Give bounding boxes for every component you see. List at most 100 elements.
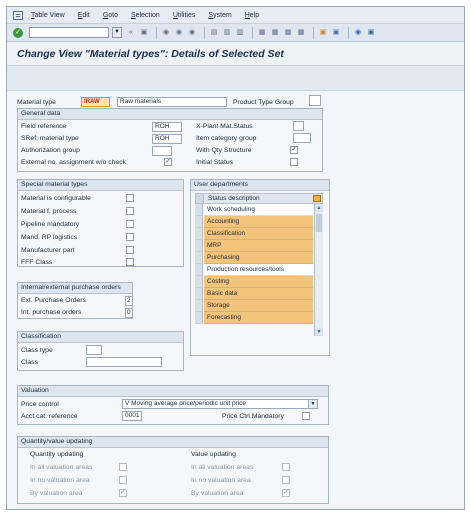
authorization-group-label: Authorization group (21, 147, 80, 154)
menu-edit[interactable]: Edit (78, 12, 90, 19)
exit-icon[interactable]: ◉ (174, 28, 184, 38)
table-settings-icon[interactable] (313, 195, 321, 202)
new-session-icon[interactable]: ▣ (318, 28, 328, 38)
table-row[interactable]: Production resources/tools (195, 264, 323, 276)
scroll-thumb[interactable] (316, 214, 322, 232)
table-row[interactable]: Classification (195, 228, 323, 240)
menu-selection[interactable]: Selection (131, 12, 160, 19)
menu-help[interactable]: Help (245, 12, 259, 19)
main-content: Material type IRAW Raw materials Product… (7, 91, 464, 509)
qty-no-area-checkbox[interactable] (119, 476, 127, 484)
acct-cat-reference-field[interactable]: 0001 (122, 411, 142, 421)
find-icon[interactable]: ▥ (222, 28, 232, 38)
toolbar-separator (204, 26, 205, 39)
next-page-icon[interactable]: ▦ (283, 28, 293, 38)
menu-utilities[interactable]: Utilities (173, 12, 196, 19)
row-label: Storage (204, 300, 313, 312)
menu-table-view[interactable]: Table View (31, 12, 65, 19)
row-selector[interactable] (195, 204, 203, 216)
fff-class-checkbox[interactable] (126, 258, 134, 266)
quantity-updating-heading: Quantity updating (30, 451, 84, 458)
row-selector[interactable] (195, 264, 203, 276)
class-type-field[interactable] (86, 345, 102, 355)
sref-material-type-field[interactable]: ROH (152, 134, 182, 144)
shortcut-icon[interactable]: ▣ (331, 28, 341, 38)
save-icon[interactable]: ▣ (139, 28, 149, 38)
qty-structure-checkbox[interactable]: ✓ (290, 146, 298, 154)
acct-cat-reference-label: Acct cat. reference (21, 413, 78, 420)
chevron-down-icon[interactable]: ▼ (308, 400, 317, 408)
row-selector[interactable] (195, 276, 203, 288)
find-next-icon[interactable]: ▥ (235, 28, 245, 38)
value-by-area-checkbox[interactable]: ✓ (282, 489, 290, 497)
row-label: Forecasting (204, 312, 313, 324)
print-icon[interactable]: ▤ (209, 28, 219, 38)
status-description-header: Status description (208, 195, 260, 202)
last-page-icon[interactable]: ▦ (296, 28, 306, 38)
row-label: Work scheduling (204, 204, 313, 216)
class-label: Class (21, 359, 38, 366)
price-control-dropdown[interactable]: V Moving average price/periodic unit pri… (122, 399, 318, 409)
enter-icon[interactable]: ✓ (13, 27, 23, 38)
x-plant-status-field[interactable] (293, 121, 304, 131)
row-selector[interactable] (195, 288, 203, 300)
class-field[interactable] (86, 357, 162, 367)
external-no-assignment-checkbox[interactable]: ✓ (164, 158, 172, 166)
table-row[interactable]: Accounting (195, 216, 323, 228)
row-selector[interactable] (195, 252, 203, 264)
back-icon[interactable]: « (126, 28, 136, 38)
material-type-field[interactable]: IRAW (81, 97, 110, 107)
authorization-group-field[interactable] (152, 146, 172, 156)
row-selector[interactable] (195, 216, 203, 228)
int-purchase-orders-field[interactable]: 0 (125, 308, 133, 318)
row-selector[interactable] (195, 240, 203, 252)
table-header: Status description (195, 193, 323, 204)
command-field[interactable] (29, 27, 109, 38)
price-ctrl-mandatory-checkbox[interactable] (302, 412, 310, 420)
menu-system[interactable]: System (208, 12, 231, 19)
table-row[interactable]: Basic data (195, 288, 323, 300)
table-row[interactable]: Storage (195, 300, 323, 312)
command-dropdown-icon[interactable]: ▼ (112, 27, 122, 38)
manufacturer-part-checkbox[interactable] (126, 246, 134, 254)
item-category-group-field[interactable] (293, 133, 311, 143)
previous-page-icon[interactable]: ▦ (270, 28, 280, 38)
table-row[interactable]: MRP (195, 240, 323, 252)
field-reference-label: Field reference (21, 123, 67, 130)
mand-rp-logistics-checkbox[interactable] (126, 233, 134, 241)
initial-status-checkbox[interactable] (290, 158, 298, 166)
cancel-icon[interactable]: ◉ (187, 28, 197, 38)
help-icon[interactable]: ◉ (353, 28, 363, 38)
product-type-group-field[interactable] (309, 95, 321, 106)
layout-menu-icon[interactable]: ▣ (366, 28, 376, 38)
scroll-down-icon[interactable]: ▼ (315, 328, 323, 336)
table-scrollbar[interactable]: ▲ ▼ (314, 204, 323, 336)
back-nav-icon[interactable]: ◉ (161, 28, 171, 38)
ext-purchase-orders-field[interactable]: 2 (125, 296, 133, 306)
qty-structure-label: With Qty Structure (196, 147, 252, 154)
menu-goto[interactable]: Goto (103, 12, 118, 19)
table-row[interactable]: Purchasing (195, 252, 323, 264)
value-no-area-checkbox[interactable] (282, 476, 290, 484)
material-f-process-label: Material f. process (21, 208, 77, 215)
qty-all-areas-checkbox[interactable] (119, 463, 127, 471)
value-all-areas-checkbox[interactable] (282, 463, 290, 471)
first-page-icon[interactable]: ▦ (257, 28, 267, 38)
row-selector[interactable] (195, 300, 203, 312)
table-row[interactable]: Forecasting (195, 312, 323, 324)
table-row[interactable]: Costing (195, 276, 323, 288)
select-all-icon[interactable] (196, 194, 204, 203)
field-reference-field[interactable]: ROH (152, 122, 182, 132)
value-all-areas-label: In all valuation areas (191, 464, 254, 471)
menu-icon[interactable] (13, 10, 23, 20)
material-type-description[interactable]: Raw materials (117, 97, 227, 107)
scroll-up-icon[interactable]: ▲ (315, 204, 323, 212)
table-row[interactable]: Work scheduling (195, 204, 323, 216)
material-f-process-checkbox[interactable] (126, 207, 134, 215)
purchase-orders-group: Internal/external purchase orders Ext. P… (17, 282, 133, 319)
configurable-checkbox[interactable] (126, 194, 134, 202)
row-selector[interactable] (195, 228, 203, 240)
pipeline-mandatory-checkbox[interactable] (126, 220, 134, 228)
qty-by-area-checkbox[interactable]: ✓ (119, 489, 127, 497)
row-selector[interactable] (195, 312, 203, 324)
